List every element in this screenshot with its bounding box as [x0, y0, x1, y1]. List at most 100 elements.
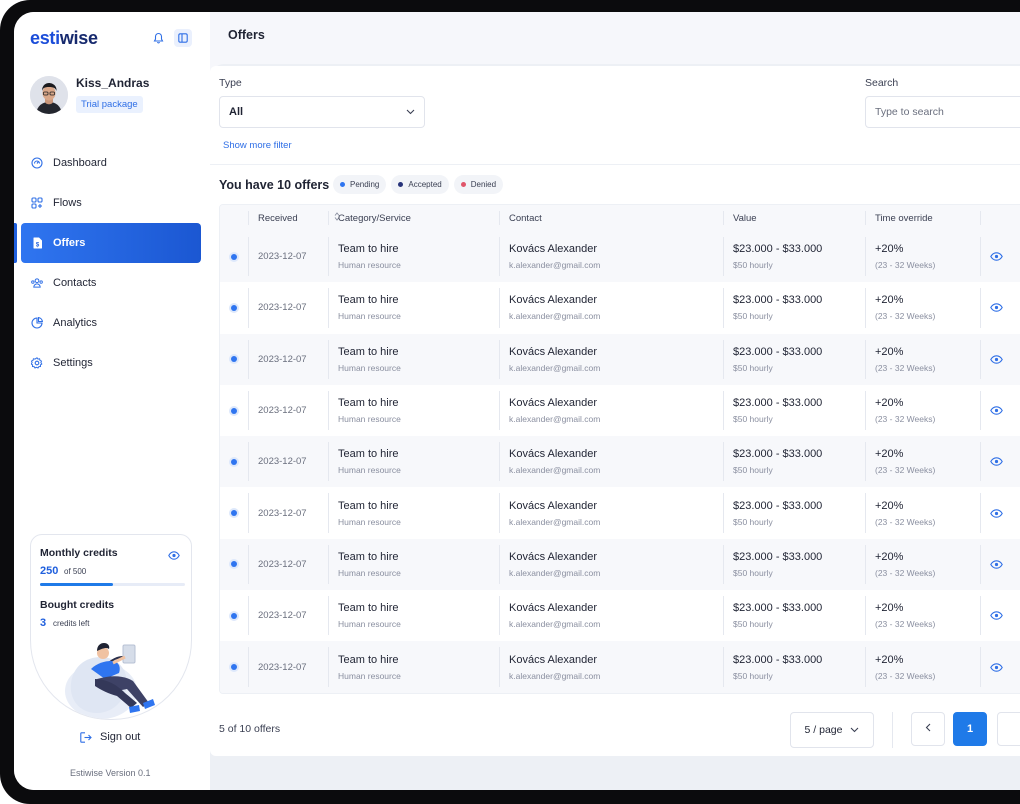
- show-more-filter-link[interactable]: Show more filter: [223, 140, 292, 151]
- pending-dot-icon: [340, 182, 345, 187]
- sidebar-item-contacts[interactable]: Contacts: [21, 263, 201, 303]
- table-row[interactable]: 2023-12-07 Team to hire Human resource Ko…: [220, 641, 1020, 693]
- page-button-current[interactable]: 1: [953, 712, 987, 746]
- column-separator: [980, 647, 981, 687]
- table-row[interactable]: 2023-12-07 Team to hire Human resource Ko…: [220, 282, 1020, 334]
- column-separator: [248, 237, 249, 277]
- contact-email: k.alexander@gmail.com: [509, 311, 601, 322]
- table-row[interactable]: 2023-12-07 Team to hire Human resource Ko…: [220, 590, 1020, 642]
- row-status-radio[interactable]: [229, 508, 239, 519]
- flows-icon: [31, 197, 43, 209]
- column-separator: [248, 596, 249, 636]
- column-separator: [248, 288, 249, 328]
- contact-email: k.alexander@gmail.com: [509, 465, 601, 476]
- sign-out-button[interactable]: Sign out: [80, 731, 140, 743]
- received-date: 2023-12-07: [258, 507, 307, 519]
- chip-label: Pending: [350, 180, 380, 189]
- value-cell: $23.000 - $33.000 $50 hourly: [733, 282, 822, 333]
- received-cell: 2023-12-07: [258, 231, 307, 282]
- page-size-value: 5 / page: [804, 724, 843, 736]
- view-eye-icon[interactable]: [990, 406, 1003, 415]
- view-eye-icon[interactable]: [990, 508, 1003, 518]
- table-row[interactable]: 2023-12-07 Team to hire Human resource Ko…: [220, 231, 1020, 283]
- value-cell: $23.000 - $33.000 $50 hourly: [733, 334, 822, 385]
- row-status-radio[interactable]: [229, 559, 239, 570]
- table-row[interactable]: 2023-12-07 Team to hire Human resource Ko…: [220, 538, 1020, 591]
- sidebar-item-flows[interactable]: Flows: [21, 183, 201, 223]
- row-status-radio[interactable]: [229, 251, 239, 262]
- radio-dot: [231, 253, 237, 260]
- radio-dot: [231, 510, 237, 517]
- contact-cell: Kovács Alexander k.alexander@gmail.com: [509, 385, 600, 436]
- column-separator: [865, 237, 866, 277]
- category-cell: Team to hire Human resource: [338, 385, 401, 436]
- override-weeks: (23 - 32 Weeks): [875, 567, 936, 578]
- value-range: $23.000 - $33.000: [733, 550, 823, 563]
- table-row[interactable]: 2023-12-07 Team to hire Human resource Ko…: [220, 436, 1020, 488]
- view-eye-icon[interactable]: [990, 457, 1003, 467]
- column-separator: [499, 390, 500, 431]
- category-text: Team to hire: [338, 345, 399, 358]
- table-row[interactable]: 2023-12-07 Team to hire Human resource Ko…: [220, 487, 1020, 539]
- row-status-radio[interactable]: [229, 662, 239, 673]
- column-separator: [248, 544, 249, 585]
- sidebar-item-offers[interactable]: $ Offers: [21, 223, 201, 263]
- header-label: Received: [258, 212, 298, 224]
- bought-credits-count: 3: [40, 617, 47, 629]
- row-status-radio[interactable]: [229, 302, 239, 313]
- override-weeks: (23 - 32 Weeks): [875, 619, 936, 630]
- previous-page-button[interactable]: [911, 712, 945, 746]
- table-row[interactable]: 2023-12-07 Team to hire Human resource Ko…: [220, 384, 1020, 437]
- contact-cell: Kovács Alexander k.alexander@gmail.com: [509, 334, 600, 385]
- override-cell: +20% (23 - 32 Weeks): [875, 487, 935, 538]
- status-chip-accepted[interactable]: Accepted: [391, 175, 449, 194]
- view-eye-icon[interactable]: [990, 303, 1003, 313]
- column-separator: [980, 596, 981, 636]
- value-cell: $23.000 - $33.000 $50 hourly: [733, 231, 822, 282]
- value-cell: $23.000 - $33.000 $50 hourly: [733, 436, 822, 487]
- avatar[interactable]: [30, 76, 68, 114]
- column-separator: [248, 647, 249, 687]
- column-separator: [723, 339, 724, 379]
- type-filter-select[interactable]: All: [219, 96, 425, 128]
- search-input[interactable]: [865, 96, 1020, 128]
- value-range: $23.000 - $33.000: [733, 499, 823, 512]
- column-separator: [248, 493, 249, 533]
- column-separator: [723, 544, 724, 585]
- column-separator: [980, 211, 981, 225]
- bought-credits-title: Bought credits: [40, 599, 115, 611]
- sidebar-item-dashboard[interactable]: Dashboard: [21, 143, 201, 183]
- column-separator: [723, 647, 724, 687]
- bell-icon[interactable]: [150, 30, 166, 46]
- row-status-radio[interactable]: [229, 405, 239, 416]
- view-eye-icon[interactable]: [990, 560, 1003, 569]
- logo[interactable]: estiwise: [30, 28, 98, 49]
- contact-cell: Kovács Alexander k.alexander@gmail.com: [509, 487, 600, 538]
- column-separator: [723, 442, 724, 482]
- column-separator: [499, 544, 500, 585]
- column-separator: [499, 596, 500, 636]
- status-chip-pending[interactable]: Pending: [333, 175, 387, 194]
- row-status-radio[interactable]: [229, 610, 239, 621]
- hourly-rate: $50 hourly: [733, 414, 773, 425]
- analytics-icon: [31, 317, 43, 329]
- row-status-radio[interactable]: [229, 354, 239, 365]
- view-eye-icon[interactable]: [990, 354, 1003, 364]
- row-status-radio[interactable]: [229, 456, 239, 467]
- hourly-rate: $50 hourly: [733, 465, 773, 476]
- table-row[interactable]: 2023-12-07 Team to hire Human resource Ko…: [220, 333, 1020, 385]
- sidebar-toggle-icon[interactable]: [174, 29, 192, 47]
- eye-icon[interactable]: [168, 547, 180, 565]
- hourly-rate: $50 hourly: [733, 567, 773, 578]
- sidebar-nav: Dashboard Flows $ Offers Contacts Analyt…: [21, 143, 201, 383]
- page-size-select[interactable]: 5 / page: [790, 712, 874, 748]
- sidebar-item-analytics[interactable]: Analytics: [21, 303, 201, 343]
- view-eye-icon[interactable]: [990, 611, 1003, 620]
- view-eye-icon[interactable]: [990, 252, 1003, 261]
- view-eye-icon[interactable]: [990, 662, 1003, 672]
- sidebar-item-settings[interactable]: Settings: [21, 343, 201, 383]
- chip-label: Denied: [470, 180, 497, 189]
- next-page-button[interactable]: [997, 712, 1020, 746]
- column-separator: [328, 647, 329, 687]
- status-chip-denied[interactable]: Denied: [453, 175, 504, 194]
